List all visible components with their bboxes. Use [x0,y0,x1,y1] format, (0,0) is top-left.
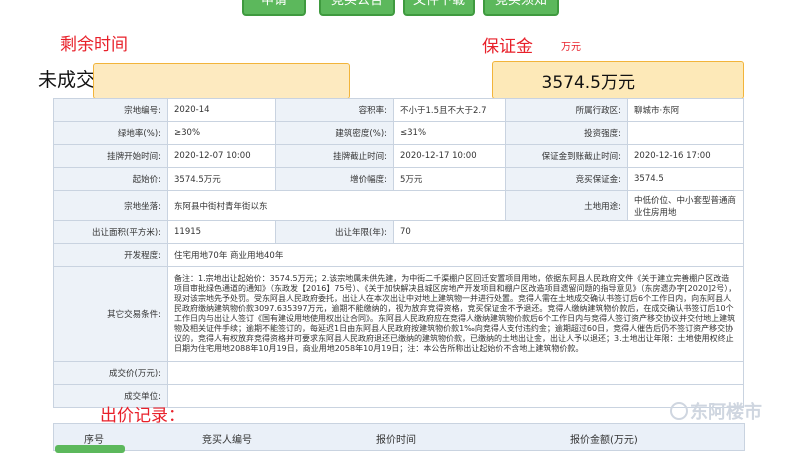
deposit-box: 3574.5万元 [492,61,744,99]
deal-price [167,361,744,385]
bid-notice-button[interactable]: 竞买公告 [319,0,395,16]
other-conditions-label: 其它交易条件: [53,266,168,362]
end-time: 2020-12-17 10:00 [393,144,506,168]
start-time-label: 挂牌开始时间: [53,144,168,168]
deposit-value: 3574.5万元 [541,73,635,93]
district-value: 聊城市·东阿 [627,98,744,122]
dev-value: 住宅用地70年 商业用地40年 [167,243,744,267]
start-time: 2020-12-07 10:00 [167,144,276,168]
bid-deposit: 3574.5 [627,167,744,191]
deal-status: 未成交 [38,69,96,91]
invest-label: 投资强度: [505,121,628,145]
green-ratio-label: 绿地率(%): [53,121,168,145]
increment-label: 增价幅度: [275,167,394,191]
term-label: 出让年限(年): [275,220,394,244]
location-label: 宗地坐落: [53,190,168,221]
file-download-button[interactable]: 文件下载 [403,0,475,16]
apply-button[interactable]: 申请 [242,0,306,16]
bid-action-button[interactable] [55,445,125,453]
far-label: 容积率: [275,98,394,122]
dev-label: 开发程度: [53,243,168,267]
bid-col-index: 序号 [84,435,104,446]
density-label: 建筑密度(%): [275,121,394,145]
other-conditions: 备注：1.宗地出让起始价：3574.5万元；2.该宗地属未供先建，为中街二千渠棚… [167,266,744,362]
countdown-title: 剩余时间 [60,35,128,55]
area-value: 11915 [167,220,276,244]
parcel-no-label: 宗地编号: [53,98,168,122]
location-value: 东阿县中街村青年街以东 [167,190,506,221]
deal-unit [167,384,744,408]
deposit-unit: 万元 [561,42,581,53]
parcel-no: 2020-14 [167,98,276,122]
far-value: 不小于1.5且不大于2.7 [393,98,506,122]
countdown-box [93,63,350,99]
bid-col-bidder: 竞买人编号 [202,435,252,446]
increment-value: 5万元 [393,167,506,191]
land-use-value: 中低价位、中小套型普通商业住房用地 [627,190,744,221]
parcel-info-table: 宗地编号: 2020-14 容积率: 不小于1.5且不大于2.7 所属行政区: … [53,98,744,408]
watermark-logo-icon [670,402,688,420]
bid-table-header: 序号 竞买人编号 报价时间 报价金额(万元) [53,423,745,451]
start-price-label: 起始价: [53,167,168,191]
deposit-deadline-label: 保证金到账截止时间: [505,144,628,168]
bid-deposit-label: 竞买保证金: [505,167,628,191]
term-value: 70 [393,220,744,244]
start-price: 3574.5万元 [167,167,276,191]
density-value: ≤31% [393,121,506,145]
deposit-title: 保证金 [482,37,533,57]
end-time-label: 挂牌截止时间: [275,144,394,168]
deposit-deadline: 2020-12-16 17:00 [627,144,744,168]
land-use-label: 土地用途: [505,190,628,221]
district-label: 所属行政区: [505,98,628,122]
green-ratio: ≥30% [167,121,276,145]
bid-col-time: 报价时间 [376,435,416,446]
area-label: 出让面积(平方米): [53,220,168,244]
deal-price-label: 成交价(万元): [53,361,168,385]
watermark: 东阿楼市 [690,402,762,423]
invest-value [627,121,744,145]
bid-instructions-button[interactable]: 竞买须知 [483,0,559,16]
bid-col-amount: 报价金额(万元) [570,435,638,446]
